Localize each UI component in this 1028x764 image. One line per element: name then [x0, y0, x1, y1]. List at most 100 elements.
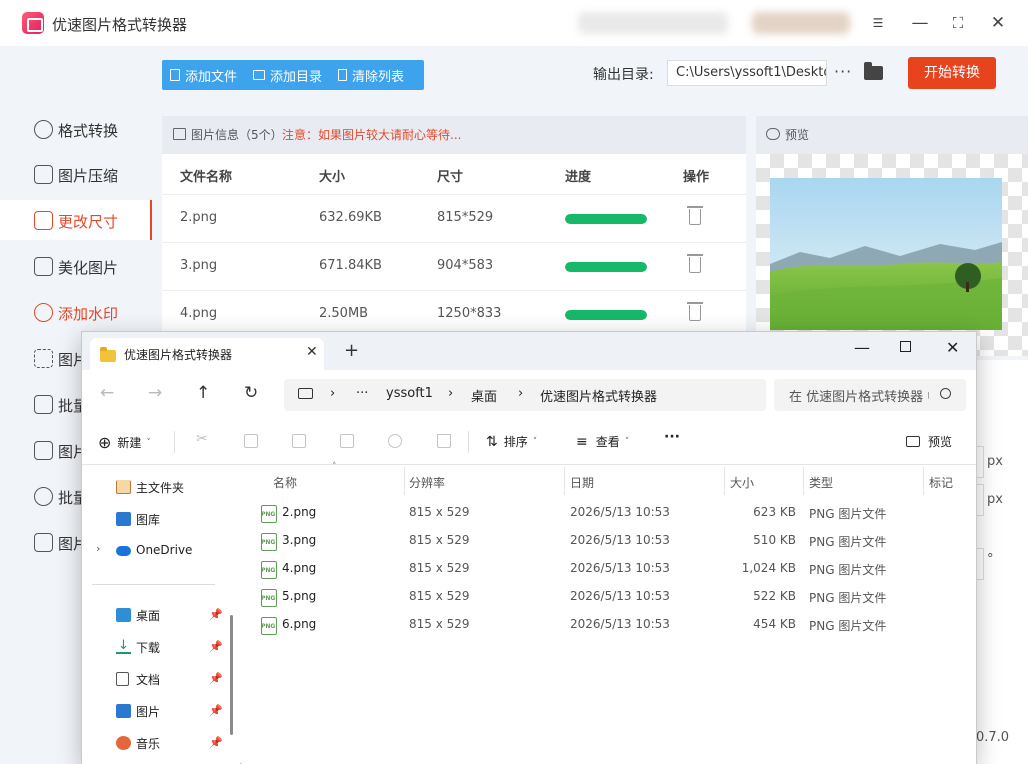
nav-item-downloads[interactable]: ↓ 下载 📌 — [82, 631, 238, 663]
breadcrumb-item[interactable]: yssoft1 — [386, 386, 433, 401]
nav-item-documents[interactable]: 文档 📌 — [82, 663, 238, 695]
sidebar-item-label: 图片压缩 — [58, 167, 119, 185]
nav-item-pictures[interactable]: 图片 📌 — [82, 695, 238, 727]
nav-scrollbar[interactable] — [230, 615, 233, 735]
up-arrow-icon[interactable]: ↑ — [196, 383, 210, 403]
preview-pane-button[interactable]: 预览 — [906, 433, 952, 450]
file-row[interactable]: 3.png 815 x 529 2026/5/13 10:53 510 KB P… — [242, 527, 976, 555]
output-dir-label: 输出目录: — [593, 67, 654, 83]
column-header-type[interactable]: 类型 — [809, 474, 833, 491]
minimize-icon[interactable]: — — [908, 11, 932, 35]
file-list: ˄ 名称 分辨率 日期 大小 类型 标记 2.png 815 x 529 202… — [242, 462, 976, 764]
clear-list-button[interactable]: 清除列表 — [330, 60, 412, 90]
sidebar-item-beautify[interactable]: 美化图片 — [0, 246, 152, 286]
breadcrumb-item[interactable]: 优速图片格式转换器 — [540, 386, 657, 405]
column-header-name[interactable]: 名称 — [273, 474, 297, 491]
column-divider[interactable] — [724, 467, 725, 495]
column-divider[interactable] — [803, 467, 804, 495]
cut-icon[interactable]: ✂ — [196, 431, 210, 447]
width-input[interactable] — [976, 446, 984, 478]
nav-item-gallery[interactable]: 图库 — [82, 503, 238, 535]
start-convert-button[interactable]: 开始转换 — [908, 57, 996, 89]
back-arrow-icon[interactable]: ← — [100, 383, 114, 403]
sidebar-item-format-convert[interactable]: 格式转换 — [0, 109, 152, 149]
landscape-illustration — [770, 178, 1002, 330]
forward-arrow-icon[interactable]: → — [148, 383, 162, 403]
table-row[interactable]: 3.png 671.84KB 904*583 — [162, 242, 746, 290]
width-unit: px — [987, 454, 1003, 469]
column-header: 大小 — [319, 170, 346, 185]
file-dimensions: 904*583 — [437, 258, 494, 273]
new-tab-button[interactable]: + — [344, 342, 359, 360]
file-row[interactable]: 2.png 815 x 529 2026/5/13 10:53 623 KB P… — [242, 499, 976, 527]
column-divider[interactable] — [564, 467, 565, 495]
file-size: 632.69KB — [319, 210, 382, 225]
maximize-icon[interactable]: ⛶ — [946, 11, 970, 35]
file-size: 510 KB — [753, 533, 796, 547]
nav-item-label: 桌面 — [136, 609, 161, 623]
divider — [92, 584, 215, 585]
sidebar-item-watermark[interactable]: 添加水印 — [0, 292, 152, 332]
column-header-resolution[interactable]: 分辨率 — [409, 474, 445, 491]
maximize-icon[interactable] — [900, 341, 911, 352]
nav-item-onedrive[interactable]: › OneDrive — [82, 535, 238, 567]
search-icon — [940, 388, 951, 399]
file-row[interactable]: 4.png 815 x 529 2026/5/13 10:53 1,024 KB… — [242, 555, 976, 583]
browse-more-button[interactable]: ··· — [834, 62, 852, 81]
explorer-tab[interactable]: 优速图片格式转换器 ✕ — [90, 338, 324, 370]
add-file-button[interactable]: 添加文件 — [162, 60, 245, 90]
delete-icon[interactable] — [687, 254, 703, 273]
add-directory-button[interactable]: 添加目录 — [245, 60, 330, 90]
delete-icon[interactable] — [437, 434, 451, 448]
file-row[interactable]: 6.png 815 x 529 2026/5/13 10:53 454 KB P… — [242, 611, 976, 639]
plus-circle-icon: ⊕ — [98, 433, 112, 452]
rename-icon[interactable] — [340, 434, 354, 448]
column-header-date[interactable]: 日期 — [570, 474, 594, 491]
column-header: 进度 — [565, 170, 592, 185]
refresh-icon[interactable]: ↻ — [244, 383, 258, 403]
close-tab-icon[interactable]: ✕ — [306, 344, 318, 360]
close-icon[interactable]: ✕ — [946, 338, 959, 357]
search-input[interactable]: 在 优速图片格式转换器 中搜索 — [774, 379, 966, 411]
breadcrumb-overflow[interactable]: ··· — [356, 386, 368, 401]
file-name: 2.png — [180, 210, 218, 225]
sidebar-item-resize[interactable]: 更改尺寸 — [0, 200, 152, 240]
pin-icon: 📌 — [209, 672, 223, 685]
nav-item-music[interactable]: 音乐 📌 — [82, 727, 238, 759]
chevron-right-icon: › — [96, 542, 101, 555]
open-folder-icon[interactable] — [864, 62, 883, 80]
new-button[interactable]: ⊕ 新建 ˅ — [98, 433, 151, 452]
output-dir-field[interactable]: C:\Users\yssoft1\Desktop — [667, 60, 827, 86]
height-input[interactable] — [976, 484, 984, 516]
breadcrumb-item[interactable]: 桌面 — [471, 386, 497, 405]
column-divider[interactable] — [923, 467, 924, 495]
share-icon[interactable] — [388, 434, 402, 448]
nav-item-home[interactable]: 主文件夹 — [82, 471, 238, 503]
copy-icon[interactable] — [244, 434, 258, 448]
sort-button[interactable]: ⇅ 排序 ˅ — [486, 433, 537, 450]
nav-item-desktop[interactable]: 桌面 📌 — [82, 599, 238, 631]
rotation-input[interactable] — [976, 548, 984, 580]
more-options-button[interactable]: ··· — [664, 429, 680, 445]
degree-unit: ° — [987, 552, 994, 567]
delete-icon[interactable] — [687, 302, 703, 321]
column-header-tags[interactable]: 标记 — [929, 474, 953, 491]
file-type: PNG 图片文件 — [809, 507, 887, 521]
sort-icon: ⇅ — [486, 433, 498, 450]
address-bar[interactable]: › ··· yssoft1 › 桌面 › 优速图片格式转换器 — [284, 379, 766, 411]
sidebar-item-compress[interactable]: 图片压缩 — [0, 154, 152, 194]
close-icon[interactable]: ✕ — [986, 11, 1010, 35]
view-button[interactable]: ≡ 查看 ˅ — [576, 433, 629, 450]
file-resolution: 815 x 529 — [409, 589, 470, 603]
table-row[interactable]: 2.png 632.69KB 815*529 — [162, 194, 746, 242]
batch-rotate-icon — [34, 487, 53, 506]
delete-icon[interactable] — [687, 206, 703, 225]
file-date: 2026/5/13 10:53 — [570, 505, 670, 519]
file-row[interactable]: 5.png 815 x 529 2026/5/13 10:53 522 KB P… — [242, 583, 976, 611]
minimize-icon[interactable]: — — [854, 338, 870, 357]
menu-icon[interactable]: ☰ — [866, 11, 890, 35]
paste-icon[interactable] — [292, 434, 306, 448]
column-divider[interactable] — [404, 467, 405, 495]
watermark-icon — [34, 303, 53, 322]
column-header-size[interactable]: 大小 — [730, 474, 754, 491]
